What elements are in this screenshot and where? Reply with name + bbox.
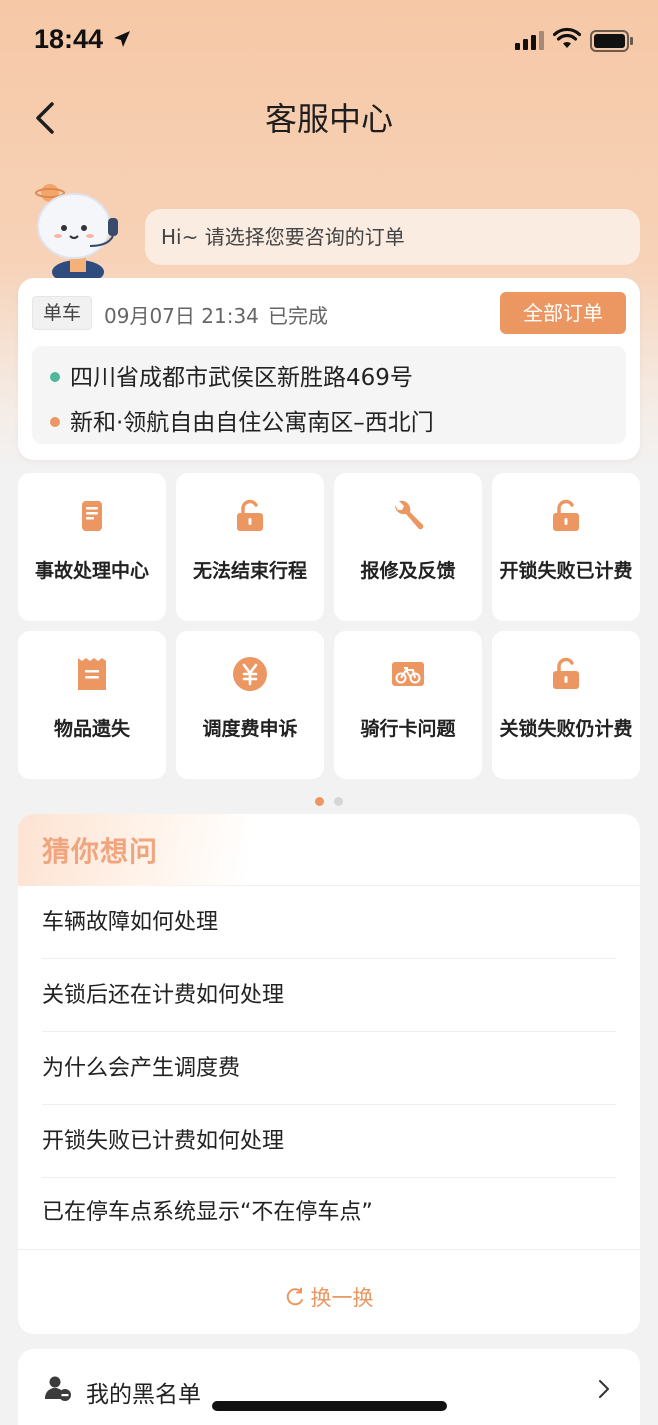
service-lock-failed-charging[interactable]: 关锁失败仍计费 <box>492 631 640 779</box>
faq-title: 猜你想问 <box>42 835 159 868</box>
wifi-icon <box>553 27 581 48</box>
page-title: 客服中心 <box>264 100 393 138</box>
route-start-address: 四川省成都市武侯区新胜路469号 <box>70 365 413 391</box>
service-label: 无法结束行程 <box>192 560 307 582</box>
order-card[interactable]: 单车 09月07日 21:34 已完成 全部订单 四川省成都市武侯区新胜路469… <box>18 278 640 460</box>
yuan-icon <box>233 657 267 691</box>
blacklist-label: 我的黑名单 <box>86 1382 201 1408</box>
cellular-signal-icon <box>515 31 544 50</box>
status-bar: 18:44 <box>0 0 658 80</box>
faq-item[interactable]: 已在停车点系统显示“不在停车点” <box>42 1177 616 1249</box>
greeting-bubble: Hi~ 请选择您要咨询的订单 <box>145 209 640 265</box>
refresh-icon <box>286 1287 303 1306</box>
start-dot-icon <box>50 371 60 382</box>
wrench-icon <box>394 500 424 530</box>
service-label: 报修及反馈 <box>360 560 456 582</box>
refresh-button[interactable]: 换一换 <box>18 1282 640 1312</box>
service-cannot-end-trip[interactable]: 无法结束行程 <box>176 473 324 621</box>
chevron-right-icon <box>599 1380 609 1398</box>
mascot-avatar <box>35 184 118 280</box>
order-status: 已完成 <box>268 304 328 328</box>
service-unlock-failed-charged[interactable]: 开锁失败已计费 <box>492 473 640 621</box>
blocked-user-icon <box>44 1376 71 1401</box>
service-ride-card[interactable]: 骑行卡问题 <box>334 631 482 779</box>
page-indicator <box>315 791 353 810</box>
location-arrow-icon <box>114 31 130 47</box>
phone-document-icon <box>82 501 102 531</box>
blacklist-row[interactable]: 我的黑名单 <box>18 1349 640 1425</box>
divider <box>18 1249 640 1250</box>
order-type-tag: 单车 <box>32 296 93 330</box>
end-dot-icon <box>50 416 60 427</box>
faq-header: 猜你想问 <box>18 814 640 886</box>
refresh-label: 换一换 <box>310 1286 374 1310</box>
route-box: 四川省成都市武侯区新胜路469号 新和·领航自由自住公寓南区–西北门 <box>32 346 626 444</box>
route-start: 四川省成都市武侯区新胜路469号 <box>50 358 413 392</box>
faq-item[interactable]: 关锁后还在计费如何处理 <box>42 960 616 1032</box>
service-label: 骑行卡问题 <box>360 718 456 740</box>
service-label: 开锁失败已计费 <box>499 560 633 582</box>
battery-icon <box>590 30 633 52</box>
status-time: 18:44 <box>34 24 104 54</box>
faq-item[interactable]: 为什么会产生调度费 <box>42 1033 616 1105</box>
faq-item[interactable]: 开锁失败已计费如何处理 <box>42 1106 616 1178</box>
page-dot-active <box>315 797 324 806</box>
navigation-bar: 客服中心 <box>0 80 658 155</box>
route-end-address: 新和·领航自由自住公寓南区–西北门 <box>70 410 434 436</box>
service-dispatch-fee-appeal[interactable]: 调度费申诉 <box>176 631 324 779</box>
service-label: 事故处理中心 <box>34 560 149 582</box>
home-indicator[interactable] <box>212 1401 447 1411</box>
unlock-icon <box>553 657 579 689</box>
receipt-icon <box>78 658 106 690</box>
faq-card: 猜你想问 车辆故障如何处理 关锁后还在计费如何处理 为什么会产生调度费 开锁失败… <box>18 814 640 1334</box>
service-label: 关锁失败仍计费 <box>499 718 633 740</box>
unlock-icon <box>553 499 579 531</box>
order-datetime: 09月07日 21:34 <box>104 304 259 328</box>
service-label: 调度费申诉 <box>202 718 298 740</box>
route-end: 新和·领航自由自住公寓南区–西北门 <box>50 403 434 437</box>
service-repair-feedback[interactable]: 报修及反馈 <box>334 473 482 621</box>
unlock-icon <box>237 499 263 531</box>
service-label: 物品遗失 <box>53 718 130 740</box>
service-accident-center[interactable]: 事故处理中心 <box>18 473 166 621</box>
faq-item[interactable]: 车辆故障如何处理 <box>42 887 616 959</box>
bike-card-icon <box>392 662 424 686</box>
all-orders-button[interactable]: 全部订单 <box>500 292 626 334</box>
page-dot <box>334 797 343 806</box>
service-lost-items[interactable]: 物品遗失 <box>18 631 166 779</box>
